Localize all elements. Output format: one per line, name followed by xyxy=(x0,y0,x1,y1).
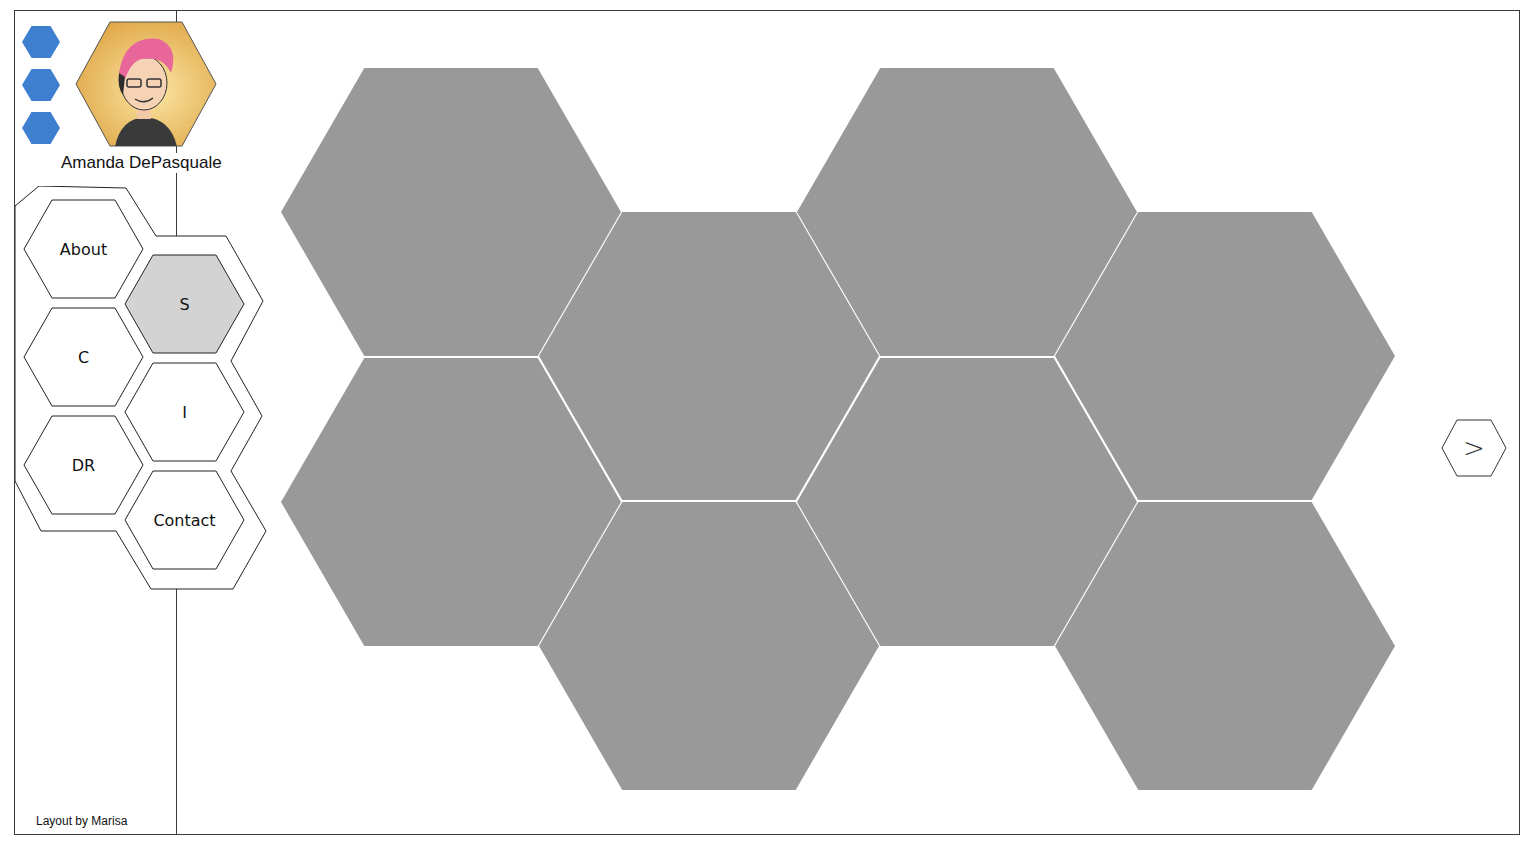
nav-item[interactable]: C xyxy=(23,307,144,407)
nav-label: I xyxy=(182,403,187,422)
profile-name: Amanda DePasquale xyxy=(60,153,223,173)
nav-label: Contact xyxy=(153,511,215,530)
main-content: > xyxy=(177,11,1519,834)
nav-item[interactable]: Contact xyxy=(124,470,245,570)
avatar xyxy=(75,21,217,147)
gallery xyxy=(281,68,1395,790)
nav-label: About xyxy=(60,240,107,259)
social-link[interactable] xyxy=(22,112,60,144)
nav-column: About C DR xyxy=(23,186,144,591)
social-links xyxy=(22,26,60,147)
avatar-image xyxy=(75,21,217,147)
sidebar: Amanda DePasqualeAboutCDRSIContactLayout… xyxy=(15,11,177,834)
nav-label: DR xyxy=(72,456,95,475)
nav-item[interactable]: S xyxy=(124,254,245,354)
nav-item[interactable]: About xyxy=(23,199,144,299)
page-frame: Amanda DePasquale About C DR S I Contact Layout… xyxy=(14,10,1520,835)
nav-column: S I Contact xyxy=(124,186,245,591)
nav-menu: About C DR S I Contact xyxy=(15,186,267,591)
nav-item[interactable]: DR xyxy=(23,415,144,515)
nav-label: C xyxy=(78,348,89,367)
profile-header xyxy=(15,11,176,147)
nav-label: S xyxy=(179,295,189,314)
nav-item[interactable]: I xyxy=(124,362,245,462)
social-link[interactable] xyxy=(22,69,60,101)
footer-credit: Layout by Marisa xyxy=(15,814,176,834)
social-link[interactable] xyxy=(22,26,60,58)
next-label: > xyxy=(1463,435,1485,461)
next-button[interactable]: > xyxy=(1441,419,1507,477)
